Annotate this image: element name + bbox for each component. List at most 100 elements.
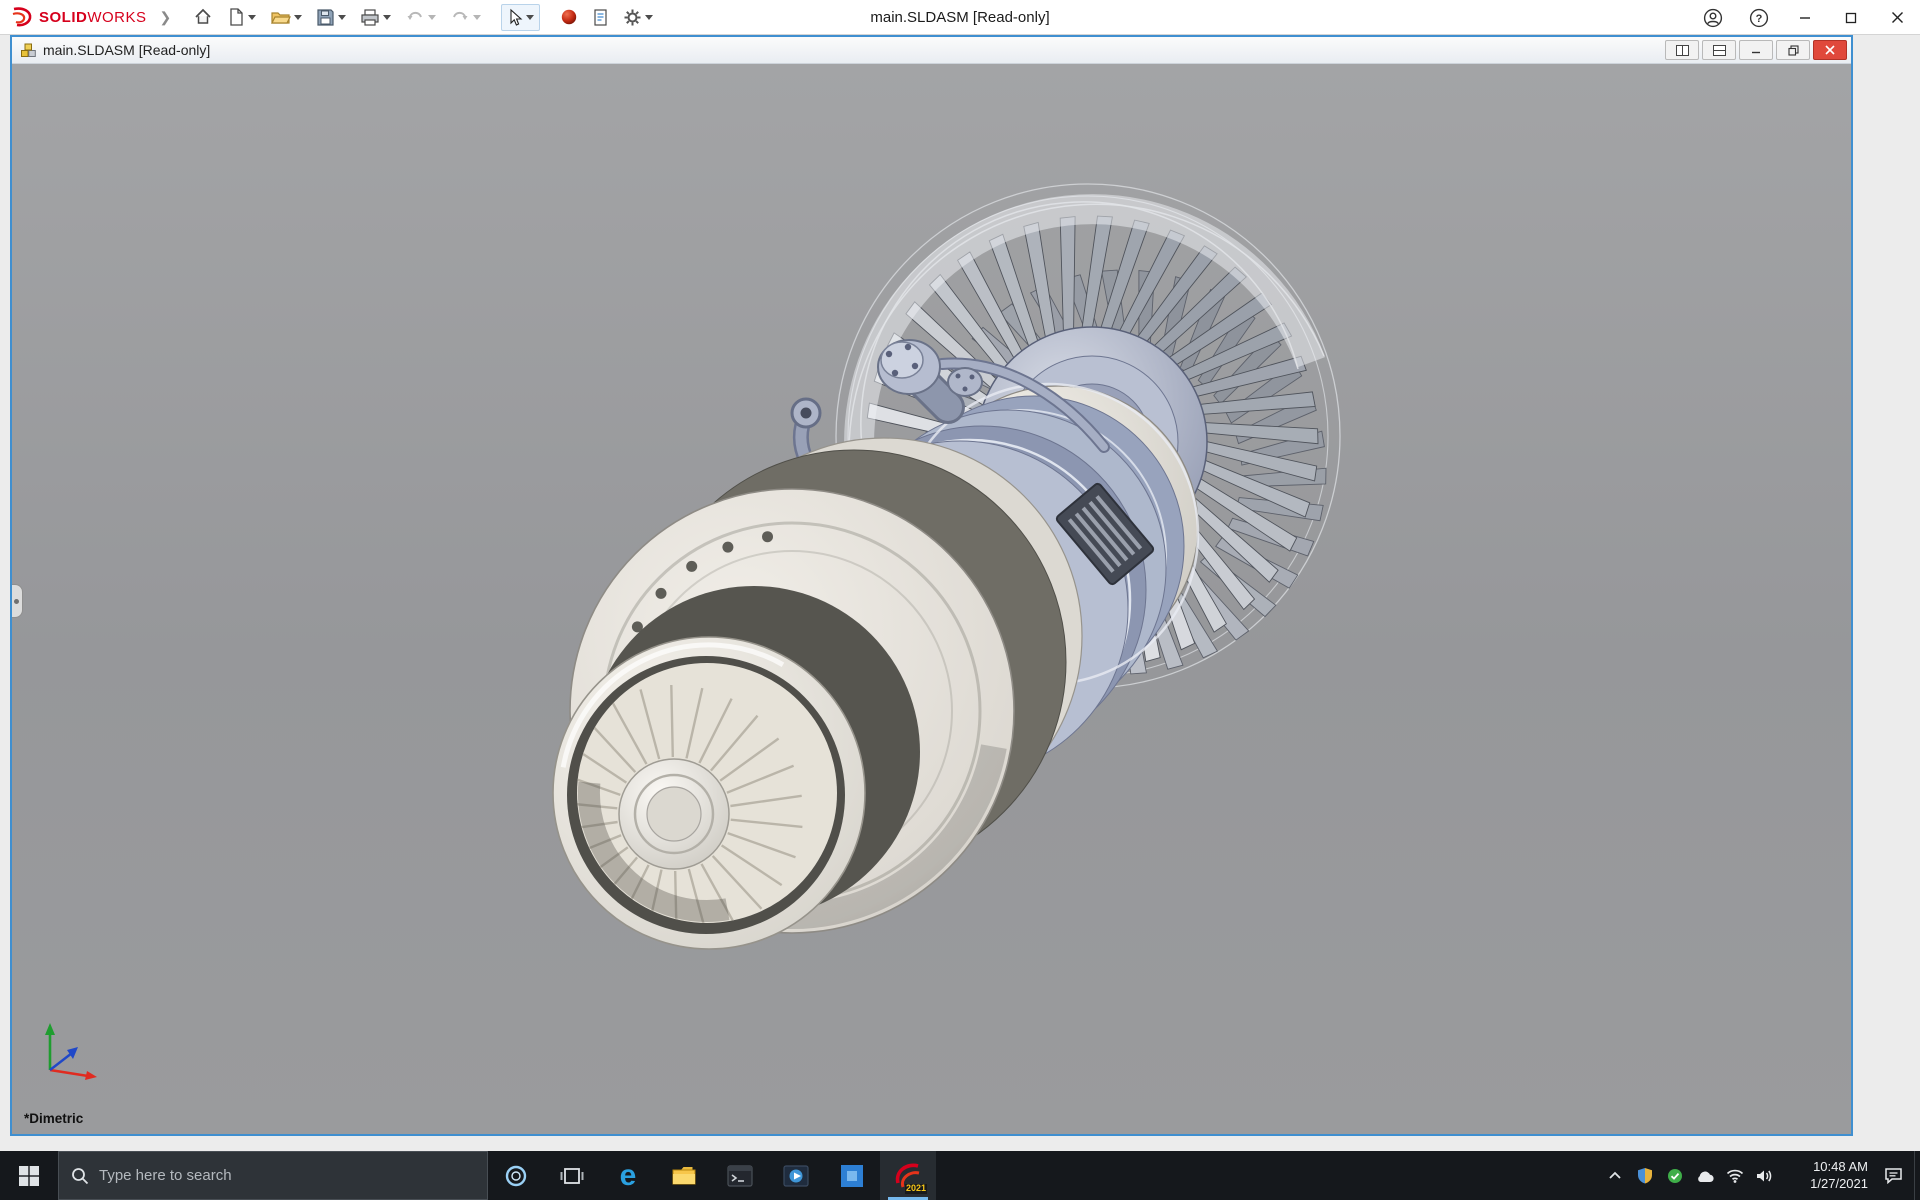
quick-access-toolbar — [187, 3, 659, 31]
clock-date: 1/27/2021 — [1780, 1176, 1868, 1193]
solidworks-logo: SOLIDWORKS ❯ — [0, 6, 171, 28]
action-center-icon — [1884, 1167, 1903, 1184]
media-app-button[interactable] — [768, 1151, 824, 1200]
document-restore-button[interactable] — [1776, 40, 1810, 60]
status-tray[interactable] — [1660, 1151, 1690, 1200]
open-dropdown[interactable] — [294, 15, 302, 20]
search-input[interactable] — [99, 1167, 475, 1184]
brand-wordmark: SOLIDWORKS — [39, 9, 147, 26]
solidworks-application: SOLIDWORKS ❯ — [0, 0, 1920, 1200]
account-button[interactable] — [1690, 0, 1736, 35]
task-view-icon — [560, 1164, 584, 1188]
redo-button[interactable] — [444, 4, 487, 30]
solidworks-year-label: 2021 — [905, 1184, 927, 1194]
split-view-horizontal-button[interactable] — [1702, 40, 1736, 60]
minimize-icon — [1799, 12, 1811, 24]
appearance-button[interactable] — [554, 4, 584, 30]
document-window-controls — [1665, 40, 1847, 60]
document-titlebar[interactable]: main.SLDASM [Read-only] — [12, 37, 1851, 64]
help-button[interactable]: ? — [1736, 0, 1782, 35]
maximize-icon — [1845, 12, 1857, 24]
show-desktop-button[interactable] — [1914, 1151, 1920, 1200]
chevron-up-icon — [1608, 1169, 1622, 1183]
new-document-icon — [227, 7, 245, 27]
assembly-document-icon — [20, 42, 37, 58]
select-tool-button[interactable] — [501, 4, 540, 31]
view-orientation-label: *Dimetric — [24, 1111, 83, 1126]
minimize-button[interactable] — [1782, 0, 1828, 35]
open-button[interactable] — [264, 3, 308, 31]
maximize-button[interactable] — [1828, 0, 1874, 35]
edge-icon: e — [620, 1161, 637, 1191]
photos-app-button[interactable] — [824, 1151, 880, 1200]
console-app-icon — [727, 1165, 753, 1187]
file-properties-button[interactable] — [586, 4, 615, 31]
orientation-triad[interactable] — [32, 1016, 108, 1086]
print-icon — [360, 8, 380, 27]
undo-button[interactable] — [399, 4, 442, 30]
home-button[interactable] — [187, 3, 219, 31]
document-close-button[interactable] — [1813, 40, 1847, 60]
close-icon — [1825, 45, 1835, 55]
file-explorer-icon — [670, 1164, 698, 1188]
solidworks-app-icon: 2021 — [891, 1159, 925, 1193]
new-document-dropdown[interactable] — [248, 15, 256, 20]
network-tray[interactable] — [1720, 1151, 1750, 1200]
windows-taskbar: e — [0, 1151, 1920, 1200]
document-minimize-button[interactable] — [1739, 40, 1773, 60]
document-window: main.SLDASM [Read-only] — [10, 35, 1853, 1136]
brand-expand-chevron-icon[interactable]: ❯ — [160, 9, 172, 26]
app-titlebar: SOLIDWORKS ❯ — [0, 0, 1920, 35]
onedrive-tray[interactable] — [1690, 1151, 1720, 1200]
save-icon — [316, 8, 335, 27]
close-button[interactable] — [1874, 0, 1920, 35]
taskbar-search[interactable] — [58, 1151, 488, 1200]
split-view-vertical-button[interactable] — [1665, 40, 1699, 60]
taskbar-clock[interactable]: 10:48 AM 1/27/2021 — [1780, 1159, 1872, 1193]
task-view-button[interactable] — [544, 1151, 600, 1200]
model-3d-jet-engine[interactable] — [12, 64, 1851, 1134]
select-cursor-icon — [507, 8, 523, 27]
action-center-button[interactable] — [1872, 1151, 1914, 1200]
save-dropdown[interactable] — [338, 15, 346, 20]
feature-tree-collapse-handle[interactable] — [12, 584, 23, 618]
restore-icon — [1788, 45, 1799, 56]
console-app-button[interactable] — [712, 1151, 768, 1200]
new-document-button[interactable] — [221, 3, 262, 31]
security-shield-tray[interactable] — [1630, 1151, 1660, 1200]
save-button[interactable] — [310, 4, 352, 31]
edge-button[interactable]: e — [600, 1151, 656, 1200]
volume-tray[interactable] — [1750, 1151, 1780, 1200]
minimize-icon — [1751, 45, 1761, 55]
search-icon — [71, 1167, 89, 1185]
file-explorer-button[interactable] — [656, 1151, 712, 1200]
undo-dropdown[interactable] — [428, 15, 436, 20]
accessory-flange — [878, 340, 982, 407]
solidworks-app-button[interactable]: 2021 — [880, 1151, 936, 1200]
ds-logo-icon — [10, 6, 34, 28]
open-folder-icon — [270, 7, 291, 27]
close-icon — [1891, 11, 1904, 24]
options-button[interactable] — [617, 4, 659, 31]
green-status-icon — [1667, 1168, 1683, 1184]
graphics-viewport[interactable]: *Dimetric — [12, 64, 1851, 1134]
file-properties-icon — [592, 8, 609, 27]
clock-time: 10:48 AM — [1780, 1159, 1868, 1176]
start-button[interactable] — [0, 1151, 58, 1200]
redo-dropdown[interactable] — [473, 15, 481, 20]
onedrive-cloud-icon — [1695, 1169, 1715, 1183]
print-button[interactable] — [354, 4, 397, 31]
network-wifi-icon — [1726, 1169, 1744, 1183]
print-dropdown[interactable] — [383, 15, 391, 20]
tray-expand-button[interactable] — [1600, 1151, 1630, 1200]
svg-text:?: ? — [1756, 13, 1763, 25]
cortana-button[interactable] — [488, 1151, 544, 1200]
windows-logo-icon — [18, 1165, 40, 1187]
options-dropdown[interactable] — [645, 15, 653, 20]
defender-shield-icon — [1637, 1167, 1653, 1184]
select-tool-dropdown[interactable] — [526, 15, 534, 20]
account-icon — [1703, 8, 1723, 28]
photos-app-icon — [840, 1164, 864, 1188]
options-gear-icon — [623, 8, 642, 27]
cortana-icon — [504, 1164, 528, 1188]
